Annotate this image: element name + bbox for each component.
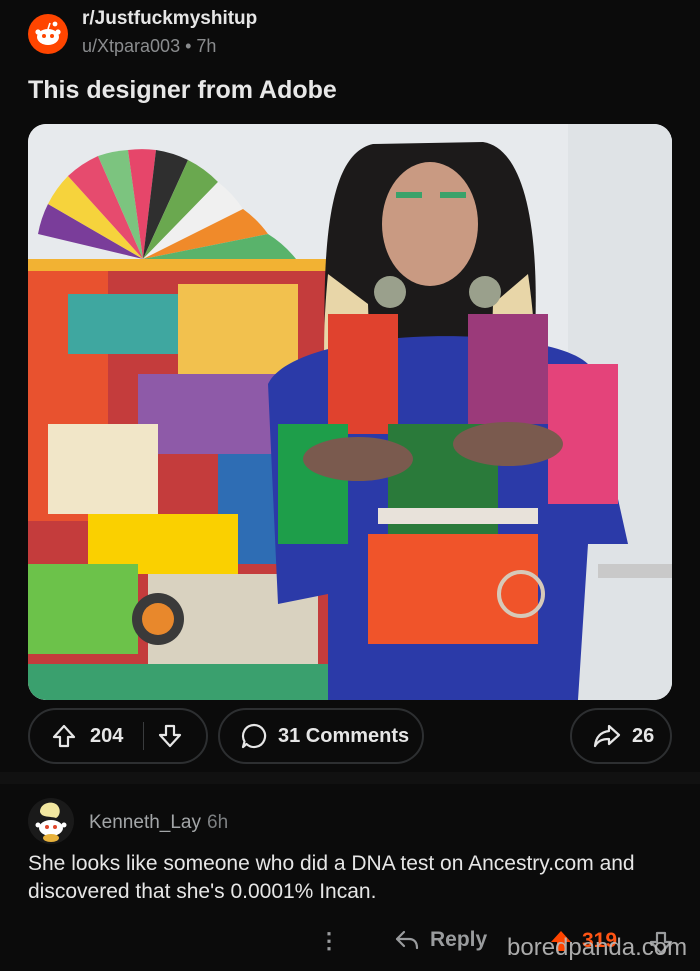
comment-meta: Kenneth_Lay 6h — [89, 812, 228, 834]
post-image[interactable] — [28, 124, 672, 700]
post-actions-bar: 204 31 Comments 26 — [0, 708, 700, 766]
share-button[interactable]: 26 — [570, 708, 672, 764]
vote-pill: 204 — [28, 708, 208, 764]
reply-label: Reply — [430, 928, 488, 951]
post-header: r/Justfuckmyshitup u/Xtpara003 • 7h — [0, 0, 700, 70]
post-title[interactable]: This designer from Adobe — [28, 76, 337, 105]
post-meta: u/Xtpara003 • 7h — [82, 35, 216, 57]
downvote-icon[interactable] — [156, 722, 184, 750]
subreddit-avatar-icon[interactable] — [28, 14, 68, 54]
upvote-icon[interactable] — [50, 722, 78, 750]
post-author[interactable]: u/Xtpara003 — [82, 36, 180, 56]
comments-label: 31 Comments — [278, 724, 410, 747]
more-options-icon[interactable]: ⋮ — [318, 928, 340, 954]
comment: Kenneth_Lay 6h She looks like someone who… — [0, 784, 700, 971]
section-separator — [0, 772, 700, 784]
comment-age: 6h — [207, 812, 229, 833]
watermark: boredpanda.com — [507, 934, 688, 961]
post-age: 7h — [196, 35, 217, 56]
commenter-avatar[interactable] — [28, 798, 74, 844]
subreddit-name[interactable]: r/Justfuckmyshitup — [82, 8, 257, 30]
comment-body: She looks like someone who did a DNA tes… — [28, 852, 635, 903]
reply-button[interactable]: Reply — [394, 928, 487, 952]
share-arrow-icon — [593, 724, 621, 748]
comment-bubble-icon — [241, 723, 267, 749]
comment-username[interactable]: Kenneth_Lay — [89, 812, 201, 833]
upvote-count: 204 — [90, 724, 124, 747]
meta-separator: • — [185, 35, 192, 56]
share-count: 26 — [632, 724, 655, 747]
reply-arrow-icon — [395, 930, 419, 950]
vote-divider — [143, 722, 145, 750]
comments-button[interactable]: 31 Comments — [218, 708, 424, 764]
